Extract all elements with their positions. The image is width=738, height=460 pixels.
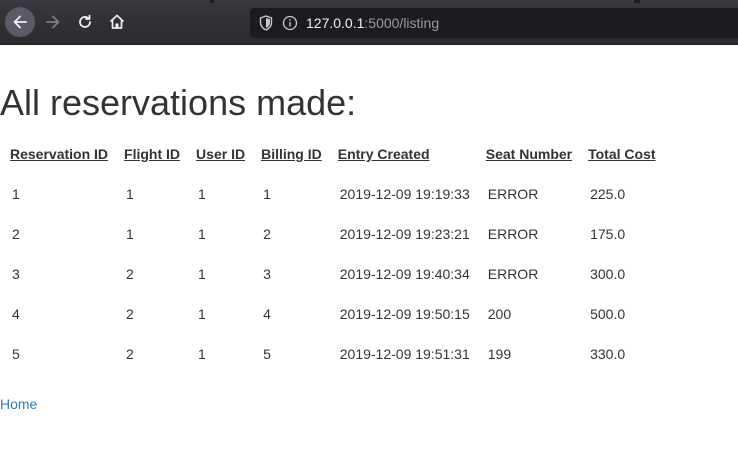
address-bar[interactable]: 127.0.0.1:5000/listing bbox=[250, 8, 738, 38]
url-path: :5000/listing bbox=[364, 15, 440, 31]
browser-toolbar: 127.0.0.1:5000/listing bbox=[0, 0, 738, 45]
tab-strip-segment bbox=[214, 0, 634, 3]
home-icon bbox=[109, 14, 125, 29]
table-cell: 1 bbox=[126, 226, 134, 242]
table-cell: 2 bbox=[126, 266, 134, 282]
table-cell: 500.0 bbox=[590, 306, 626, 322]
table-cell: 1 bbox=[198, 346, 206, 362]
back-button[interactable] bbox=[5, 7, 35, 37]
table-row: 1 1 1 1 2019-12-09 19:19:33 ERROR 225.0 bbox=[2, 174, 664, 214]
forward-arrow-icon bbox=[46, 15, 60, 29]
table-cell: 199 bbox=[487, 346, 512, 362]
table-cell: 1 bbox=[198, 306, 206, 322]
table-cell: 2019-12-09 19:51:31 bbox=[339, 346, 470, 362]
table-cell: 2019-12-09 19:40:34 bbox=[339, 266, 470, 282]
table-cell: ERROR bbox=[487, 226, 539, 242]
table-cell: 200 bbox=[487, 306, 512, 322]
table-cell: 1 bbox=[126, 186, 134, 202]
table-cell: 330.0 bbox=[590, 346, 626, 362]
reload-button[interactable] bbox=[70, 7, 100, 37]
table-row: 2 1 1 2 2019-12-09 19:23:21 ERROR 175.0 bbox=[2, 214, 664, 254]
table-header-row: Reservation ID Flight ID User ID Billing… bbox=[2, 134, 664, 174]
table-cell: 2019-12-09 19:50:15 bbox=[339, 306, 470, 322]
table-cell: 2019-12-09 19:23:21 bbox=[339, 226, 470, 242]
page-title: All reservations made: bbox=[0, 82, 357, 123]
table-row: 3 2 1 3 2019-12-09 19:40:34 ERROR 300.0 bbox=[2, 254, 664, 294]
table-cell: 5 bbox=[12, 346, 20, 362]
table-cell: 2 bbox=[263, 226, 271, 242]
table-cell: 4 bbox=[263, 306, 271, 322]
reservations-table: Reservation ID Flight ID User ID Billing… bbox=[2, 134, 664, 374]
table-cell: 2 bbox=[126, 306, 134, 322]
tab-strip-segment bbox=[0, 0, 210, 3]
column-header: Billing ID bbox=[261, 146, 322, 162]
column-header: Flight ID bbox=[124, 146, 181, 162]
table-cell: 4 bbox=[12, 306, 20, 322]
column-header: Total Cost bbox=[588, 146, 656, 162]
url-text[interactable]: 127.0.0.1:5000/listing bbox=[306, 15, 439, 31]
table-cell: 3 bbox=[263, 266, 271, 282]
table-cell: ERROR bbox=[487, 186, 539, 202]
table-cell: 1 bbox=[198, 266, 206, 282]
table-cell: 2019-12-09 19:19:33 bbox=[339, 186, 470, 202]
url-host: 127.0.0.1 bbox=[306, 15, 365, 31]
table-cell: 2 bbox=[126, 346, 134, 362]
table-cell: 3 bbox=[12, 266, 20, 282]
column-header: Reservation ID bbox=[10, 146, 109, 162]
tab-strip-segment bbox=[640, 0, 738, 3]
shield-icon[interactable] bbox=[258, 15, 274, 31]
info-icon[interactable] bbox=[282, 15, 298, 31]
table-cell: 1 bbox=[12, 186, 20, 202]
column-header: Seat Number bbox=[485, 146, 573, 162]
table-cell: 1 bbox=[198, 226, 206, 242]
column-header: Entry Created bbox=[337, 146, 430, 162]
home-button[interactable] bbox=[102, 7, 132, 37]
tab-strip bbox=[0, 0, 738, 3]
table-cell: 300.0 bbox=[590, 266, 626, 282]
table-cell: 1 bbox=[263, 186, 271, 202]
table-cell: 5 bbox=[263, 346, 271, 362]
reload-icon bbox=[79, 14, 91, 28]
table-cell: ERROR bbox=[487, 266, 539, 282]
table-row: 4 2 1 4 2019-12-09 19:50:15 200 500.0 bbox=[2, 294, 664, 334]
table-cell: 225.0 bbox=[590, 186, 626, 202]
home-link[interactable]: Home bbox=[0, 396, 37, 412]
back-arrow-icon bbox=[13, 15, 27, 29]
table-cell: 2 bbox=[12, 226, 20, 242]
table-cell: 1 bbox=[198, 186, 206, 202]
table-row: 5 2 1 5 2019-12-09 19:51:31 199 330.0 bbox=[2, 334, 664, 374]
forward-button[interactable] bbox=[38, 7, 68, 37]
column-header: User ID bbox=[196, 146, 246, 162]
table-cell: 175.0 bbox=[590, 226, 626, 242]
